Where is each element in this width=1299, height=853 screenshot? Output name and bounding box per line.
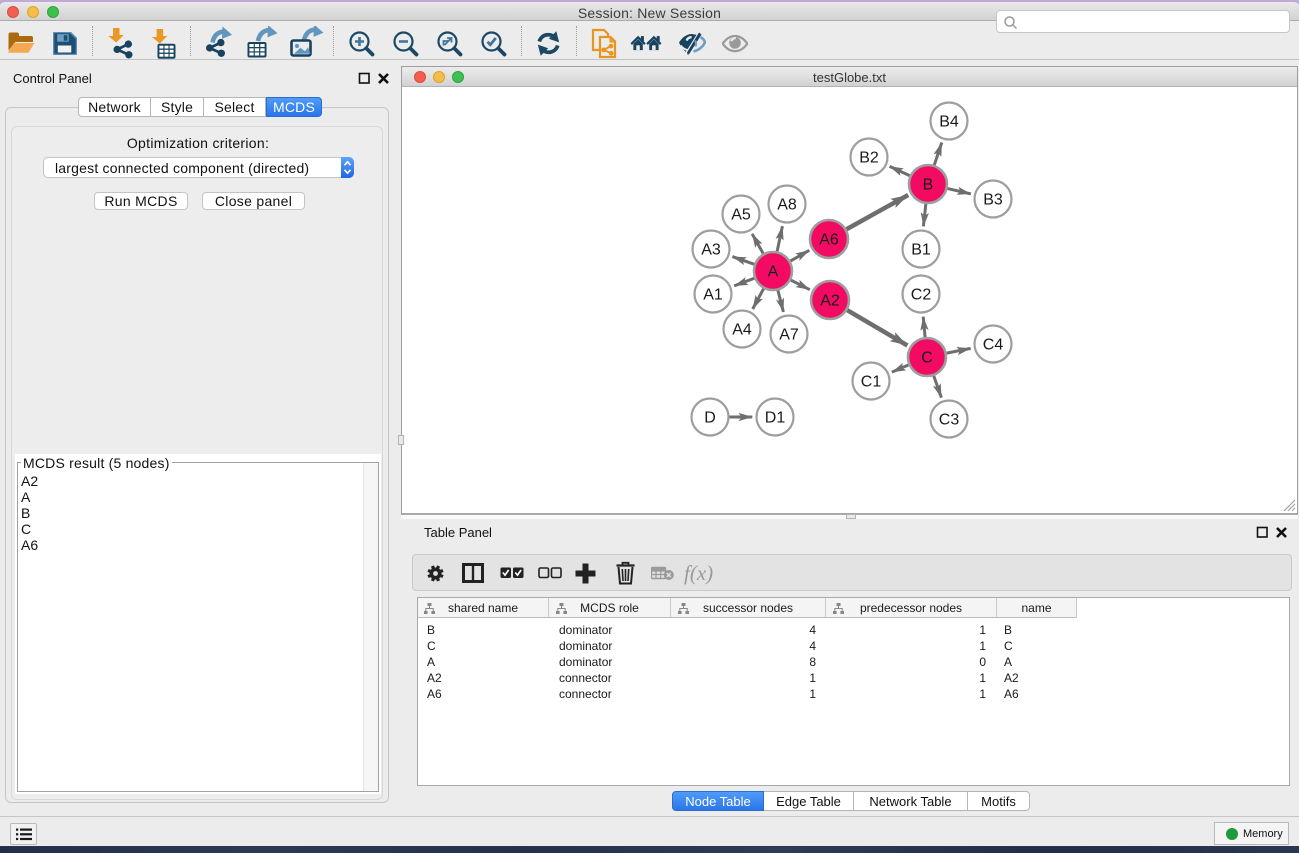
svg-text:B1: B1 (911, 242, 931, 259)
svg-text:A1: A1 (703, 287, 723, 304)
svg-text:A6: A6 (819, 232, 839, 249)
svg-text:D1: D1 (765, 410, 786, 427)
svg-text:C1: C1 (861, 374, 882, 391)
svg-text:A2: A2 (820, 293, 840, 310)
svg-text:A3: A3 (701, 242, 721, 259)
svg-text:C2: C2 (911, 287, 932, 304)
svg-text:B4: B4 (939, 114, 959, 131)
svg-text:A: A (768, 264, 779, 281)
svg-text:B2: B2 (859, 150, 879, 167)
svg-text:A4: A4 (732, 322, 752, 339)
svg-text:B3: B3 (983, 192, 1003, 209)
svg-text:C: C (921, 350, 933, 367)
svg-text:C3: C3 (939, 412, 960, 429)
svg-text:A5: A5 (731, 207, 751, 224)
svg-text:D: D (704, 410, 716, 427)
svg-text:B: B (923, 177, 934, 194)
svg-text:C4: C4 (983, 337, 1004, 354)
svg-text:A8: A8 (777, 197, 797, 214)
svg-text:A7: A7 (779, 327, 799, 344)
